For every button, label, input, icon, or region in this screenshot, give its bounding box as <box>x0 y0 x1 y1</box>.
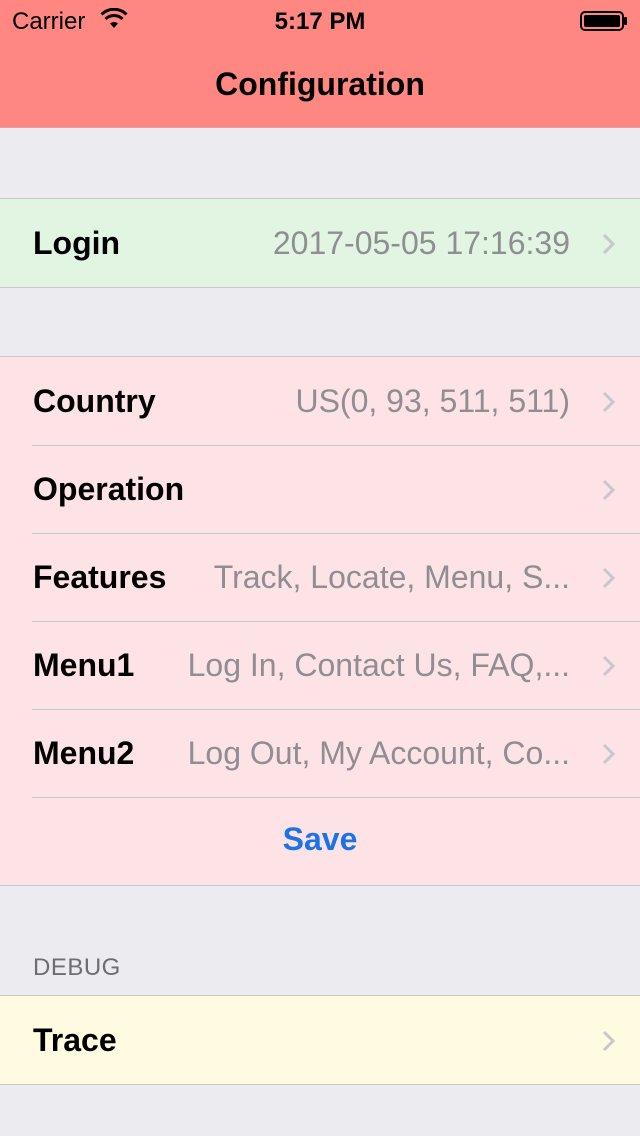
status-bar: Carrier 5:17 PM <box>0 0 640 40</box>
debug-group: Trace <box>0 995 640 1085</box>
menu2-label: Menu2 <box>33 735 135 771</box>
operation-label: Operation <box>33 471 185 507</box>
save-label: Save <box>282 821 358 857</box>
features-row[interactable]: Features Track, Locate, Menu, S... <box>0 533 640 621</box>
page-title: Configuration <box>215 66 425 102</box>
trace-label: Trace <box>33 1022 117 1058</box>
chevron-right-icon <box>602 743 616 765</box>
chevron-right-icon <box>602 391 616 413</box>
clock: 5:17 PM <box>274 8 366 35</box>
chevron-right-icon <box>602 1030 616 1052</box>
debug-section-header: DEBUG <box>33 954 121 981</box>
operation-row[interactable]: Operation <box>0 445 640 533</box>
login-label: Login <box>33 225 121 261</box>
menu1-row[interactable]: Menu1 Log In, Contact Us, FAQ,... <box>0 621 640 709</box>
navigation-bar: Carrier 5:17 PM Configuration <box>0 0 640 128</box>
battery-icon <box>580 11 627 31</box>
menu2-detail: Log Out, My Account, Co... <box>187 735 570 771</box>
chevron-right-icon <box>602 479 616 501</box>
login-row[interactable]: Login 2017-05-05 17:16:39 <box>0 199 640 287</box>
chevron-right-icon <box>602 567 616 589</box>
settings-group: Country US(0, 93, 511, 511) Operation Fe… <box>0 356 640 886</box>
features-label: Features <box>33 559 167 595</box>
menu1-detail: Log In, Contact Us, FAQ,... <box>187 647 570 683</box>
login-detail: 2017-05-05 17:16:39 <box>272 225 570 261</box>
features-detail: Track, Locate, Menu, S... <box>213 559 570 595</box>
trace-row[interactable]: Trace <box>0 996 640 1084</box>
country-detail: US(0, 93, 511, 511) <box>295 383 570 419</box>
country-label: Country <box>33 383 156 419</box>
menu2-row[interactable]: Menu2 Log Out, My Account, Co... <box>0 709 640 797</box>
chevron-right-icon <box>602 233 616 255</box>
save-button[interactable]: Save <box>0 797 640 885</box>
menu1-label: Menu1 <box>33 647 135 683</box>
login-group: Login 2017-05-05 17:16:39 <box>0 198 640 288</box>
chevron-right-icon <box>602 655 616 677</box>
country-row[interactable]: Country US(0, 93, 511, 511) <box>0 357 640 445</box>
